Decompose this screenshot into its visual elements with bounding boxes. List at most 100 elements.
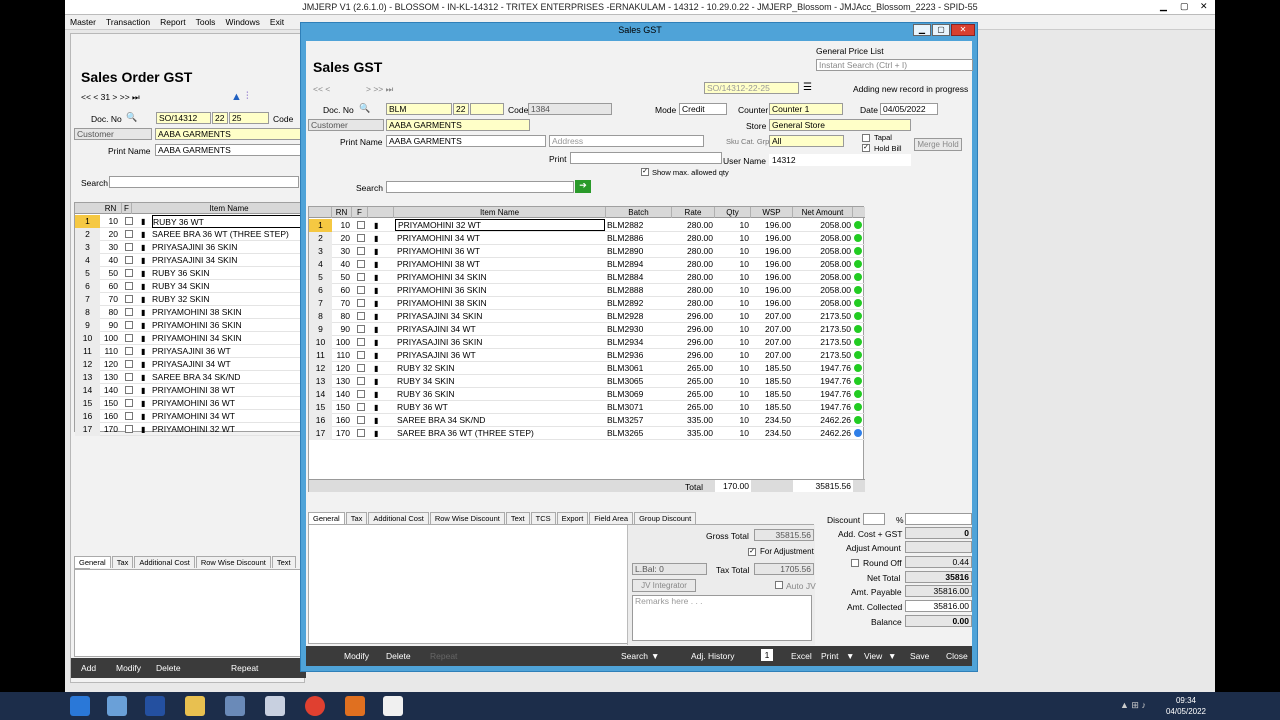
close-button[interactable]: Close <box>946 651 968 661</box>
table-row[interactable]: 15 150 ▮ RUBY 36 WT BLM3071 265.00 10 18… <box>309 401 865 414</box>
address-field[interactable]: Address <box>549 135 704 147</box>
party-type-select[interactable]: Customer <box>308 119 384 131</box>
printname-field[interactable]: AABA GARMENTS <box>386 135 546 147</box>
tab[interactable]: General <box>74 556 111 568</box>
table-row[interactable]: 1 10 ▮ RUBY 36 WT <box>75 215 307 228</box>
series-ref-field[interactable]: SO/14312-22-25 <box>704 82 799 94</box>
merge-hold-button[interactable]: Merge Hold <box>914 138 962 151</box>
row-checkbox[interactable] <box>357 390 365 398</box>
tab[interactable]: Tax <box>111 556 134 568</box>
tab[interactable]: Row Wise Discount <box>195 556 271 568</box>
nav-next[interactable]: > >> ⏭ <box>366 84 393 95</box>
tab[interactable]: Text <box>505 512 530 524</box>
page-stepper[interactable]: 1 <box>761 649 773 661</box>
table-row[interactable]: 12 120 ▮ RUBY 32 SKIN BLM3061 265.00 10 … <box>309 362 865 375</box>
party-type-select[interactable]: Customer <box>74 128 152 140</box>
tab[interactable]: TCS <box>530 512 556 524</box>
item-name-cell[interactable]: PRIYASAJINI 34 WT <box>395 323 605 336</box>
table-row[interactable]: 11 110 ▮ PRIYASAJINI 36 WT BLM2936 296.0… <box>309 349 865 362</box>
add-button[interactable]: Add <box>81 663 96 673</box>
win-close-icon[interactable]: ✕ <box>951 24 975 36</box>
table-row[interactable]: 3 30 ▮ PRIYASAJINI 36 SKIN <box>75 241 307 254</box>
tab[interactable]: General <box>308 512 345 524</box>
row-checkbox[interactable] <box>125 308 133 316</box>
item-name-cell[interactable]: PRIYASAJINI 34 SKIN <box>395 310 605 323</box>
table-row[interactable]: 6 60 ▮ RUBY 34 SKIN <box>75 280 307 293</box>
row-checkbox[interactable] <box>357 221 365 229</box>
auto-jv-checkbox[interactable] <box>775 581 783 589</box>
row-checkbox[interactable] <box>125 269 133 277</box>
table-row[interactable]: 4 40 ▮ PRIYASAJINI 34 SKIN <box>75 254 307 267</box>
tab[interactable]: Group Discount <box>634 512 697 524</box>
table-row[interactable]: 8 80 ▮ PRIYASAJINI 34 SKIN BLM2928 296.0… <box>309 310 865 323</box>
win-minimize-icon[interactable]: ▁ <box>913 24 931 36</box>
row-checkbox[interactable] <box>125 217 133 225</box>
close-icon[interactable]: ✕ <box>1200 1 1208 12</box>
print-button[interactable]: Print <box>821 651 838 661</box>
item-name-cell[interactable]: PRIYAMOHINI 38 SKIN <box>395 297 605 310</box>
row-checkbox[interactable] <box>357 234 365 242</box>
row-checkbox[interactable] <box>357 312 365 320</box>
remarks-textarea[interactable]: Remarks here . . . <box>632 595 812 641</box>
powershell-icon[interactable] <box>145 696 165 716</box>
row-checkbox[interactable] <box>357 416 365 424</box>
table-row[interactable]: 16 160 ▮ PRIYAMOHINI 34 WT <box>75 410 307 423</box>
item-name-cell[interactable]: PRIYAMOHINI 34 SKIN <box>395 271 605 284</box>
item-name-cell[interactable]: PRIYAMOHINI 32 WT <box>395 219 605 231</box>
nav-prev[interactable]: << < <box>313 84 330 94</box>
row-checkbox[interactable] <box>125 399 133 407</box>
party-field[interactable]: AABA GARMENTS <box>155 128 305 140</box>
menu-item[interactable]: Tools <box>191 15 221 29</box>
price-list-label[interactable]: General Price List <box>816 46 884 56</box>
excel-button[interactable]: Excel <box>791 651 812 661</box>
discount-amount-field[interactable] <box>905 513 972 525</box>
table-row[interactable]: 6 60 ▮ PRIYAMOHINI 36 SKIN BLM2888 280.0… <box>309 284 865 297</box>
row-checkbox[interactable] <box>125 334 133 342</box>
tray-icons[interactable]: ▲ ⊞ ♪ <box>1120 700 1146 711</box>
table-row[interactable]: 9 90 ▮ PRIYAMOHINI 36 SKIN <box>75 319 307 332</box>
sku-field[interactable]: All <box>769 135 844 147</box>
row-checkbox[interactable] <box>357 364 365 372</box>
view-dropdown-icon[interactable]: ▼ <box>888 651 896 661</box>
print-dropdown-icon[interactable]: ▼ <box>846 651 854 661</box>
item-name-cell[interactable]: PRIYAMOHINI 38 WT <box>395 258 605 271</box>
search-icon[interactable]: 🔍 <box>126 112 137 123</box>
win-maximize-icon[interactable]: ▢ <box>932 24 950 36</box>
item-name-cell[interactable]: PRIYAMOHINI 34 WT <box>395 232 605 245</box>
chart-icon[interactable]: ⫶ <box>246 91 249 102</box>
party-field[interactable]: AABA GARMENTS <box>386 119 530 131</box>
row-checkbox[interactable] <box>125 347 133 355</box>
item-name-cell[interactable]: RUBY 34 SKIN <box>395 375 605 388</box>
search-button[interactable]: Search <box>621 651 648 661</box>
store-field[interactable]: General Store <box>769 119 911 131</box>
jmjerp-icon[interactable] <box>383 696 403 716</box>
item-search-input[interactable] <box>386 181 574 193</box>
table-row[interactable]: 12 120 ▮ PRIYASAJINI 34 WT <box>75 358 307 371</box>
jv-integrator-button[interactable]: JV Integrator <box>632 579 696 592</box>
tab[interactable]: Row Wise Discount <box>429 512 505 524</box>
for-adjustment-checkbox[interactable]: ✓ <box>748 548 756 556</box>
minimize-icon[interactable]: ▁ <box>1160 1 1167 12</box>
row-checkbox[interactable] <box>357 338 365 346</box>
delete-button[interactable]: Delete <box>386 651 411 661</box>
docno-b[interactable]: 25 <box>229 112 269 124</box>
table-row[interactable]: 2 20 ▮ SAREE BRA 36 WT (THREE STEP) <box>75 228 307 241</box>
record-nav[interactable]: << < 31 > >> ⏭ <box>81 92 140 103</box>
row-checkbox[interactable] <box>125 295 133 303</box>
table-row[interactable]: 9 90 ▮ PRIYASAJINI 34 WT BLM2930 296.00 … <box>309 323 865 336</box>
tools-icon[interactable] <box>225 696 245 716</box>
docno-series[interactable]: BLM <box>386 103 452 115</box>
row-checkbox[interactable] <box>357 429 365 437</box>
row-checkbox[interactable] <box>125 425 133 433</box>
menu-item[interactable]: Exit <box>265 15 289 29</box>
warning-icon[interactable]: ▲ <box>231 91 242 103</box>
item-name-cell[interactable]: SAREE BRA 34 SK/ND <box>395 414 605 427</box>
showmax-checkbox[interactable]: ✓ <box>641 168 649 176</box>
print-field[interactable] <box>570 152 722 164</box>
chrome-icon[interactable] <box>305 696 325 716</box>
row-checkbox[interactable] <box>357 351 365 359</box>
menu-item[interactable]: Windows <box>220 15 264 29</box>
item-name-cell[interactable]: PRIYASAJINI 36 WT <box>395 349 605 362</box>
discount-pct-field[interactable] <box>863 513 885 525</box>
repeat-button[interactable]: Repeat <box>231 663 258 673</box>
